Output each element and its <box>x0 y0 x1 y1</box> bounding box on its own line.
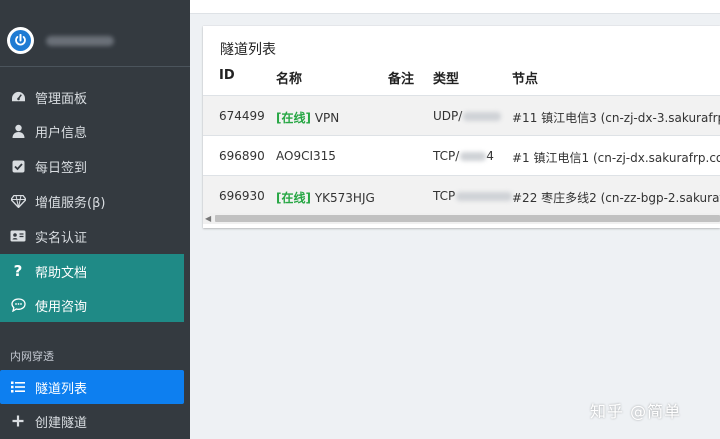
sidebar-item-help-docs[interactable]: ? 帮助文档 <box>0 254 184 288</box>
tunnel-name: YK573HJG <box>314 191 375 205</box>
redacted-port <box>456 192 513 201</box>
sidebar-item-consult[interactable]: 使用咨询 <box>0 288 184 322</box>
id-card-icon <box>10 228 26 244</box>
tunnel-node: #11 镇江电信3 (cn-zj-dx-3.sakurafrp.com <box>512 111 720 125</box>
sidebar-item-user-info[interactable]: 用户信息 <box>0 114 184 148</box>
tunnel-type-cell: TCP/4 <box>433 149 494 163</box>
tunnel-name-cell: [在线] VPN <box>276 109 339 126</box>
tunnel-node: #1 镇江电信1 (cn-zj-dx.sakurafrp.com) <box>512 151 720 165</box>
tunnel-type-suffix: 4 <box>486 149 494 163</box>
section-header-intranet: 内网穿透 <box>10 350 54 363</box>
plus-icon <box>10 413 26 429</box>
tunnel-name: AO9CI315 <box>276 149 336 163</box>
sidebar-item-label: 帮助文档 <box>35 265 88 281</box>
top-header <box>190 0 720 14</box>
username-redacted <box>46 36 114 46</box>
table-row[interactable]: 674499 [在线] VPN UDP/ #11 镇江电信3 (cn-zj-dx… <box>203 95 720 136</box>
question-icon: ? <box>13 262 23 280</box>
sidebar: 管理面板 用户信息 每日签到 增值服务(β) 实名认证 ? 帮助文档 使用咨询 … <box>0 0 190 439</box>
tunnel-name-cell: [在线] YK573HJG <box>276 189 375 206</box>
tunnel-node: #22 枣庄多线2 (cn-zz-bgp-2.sakurafrp. <box>512 191 720 205</box>
sidebar-item-create-tunnel[interactable]: 创建隧道 <box>0 404 184 438</box>
list-icon <box>10 379 26 395</box>
dashboard-icon <box>10 89 26 105</box>
sidebar-item-vip[interactable]: 增值服务(β) <box>0 184 184 218</box>
card-title: 隧道列表 <box>220 42 276 58</box>
column-header-type: 类型 <box>433 72 460 87</box>
tunnel-type: UDP/ <box>433 109 463 123</box>
sidebar-item-label: 创建隧道 <box>35 415 88 431</box>
redacted-port <box>463 112 502 121</box>
watermark: 知乎 @简单 <box>590 402 682 421</box>
redacted-port <box>460 152 487 161</box>
sidebar-item-label: 每日签到 <box>35 160 88 176</box>
table-row[interactable]: 696890 AO9CI315 TCP/4 #1 镇江电信1 (cn-zj-dx… <box>203 135 720 176</box>
column-header-name: 名称 <box>276 72 303 87</box>
scroll-left-icon[interactable]: ◀ <box>205 214 211 223</box>
sidebar-item-realname[interactable]: 实名认证 <box>0 219 184 253</box>
tunnel-list-card: 隧道列表 ID 名称 备注 类型 节点 674499 [在线] VPN UDP/… <box>203 26 720 228</box>
status-badge: [在线] <box>276 111 311 125</box>
sidebar-item-label: 增值服务(β) <box>35 195 106 211</box>
table-row[interactable]: 696930 [在线] YK573HJG TCP #22 枣庄多线2 (cn-z… <box>203 175 720 216</box>
logo-icon[interactable] <box>7 27 34 54</box>
tunnel-type-cell: TCP <box>433 189 513 203</box>
tunnel-type-cell: UDP/ <box>433 109 502 123</box>
tunnel-type: TCP/ <box>433 149 460 163</box>
sidebar-item-dashboard[interactable]: 管理面板 <box>0 80 184 114</box>
scrollbar-thumb[interactable] <box>215 215 720 222</box>
column-header-id: ID <box>219 68 235 83</box>
diamond-icon <box>10 193 26 209</box>
column-header-node: 节点 <box>512 72 539 87</box>
sidebar-item-label: 隧道列表 <box>35 381 88 397</box>
tunnel-name: VPN <box>314 111 340 125</box>
tunnel-id: 674499 <box>219 109 265 123</box>
tunnel-id: 696890 <box>219 149 265 163</box>
horizontal-scrollbar[interactable]: ◀ <box>203 213 720 224</box>
status-badge: [在线] <box>276 191 311 205</box>
column-header-note: 备注 <box>388 72 415 87</box>
tunnel-id: 696930 <box>219 189 265 203</box>
chat-icon <box>10 297 26 313</box>
checkbox-icon <box>10 158 26 174</box>
sidebar-item-label: 用户信息 <box>35 125 88 141</box>
sidebar-item-label: 实名认证 <box>35 230 88 246</box>
sidebar-item-label: 管理面板 <box>35 91 88 107</box>
sidebar-item-tunnel-list[interactable]: 隧道列表 <box>0 370 184 404</box>
tunnel-type: TCP <box>433 189 456 203</box>
user-icon <box>10 123 26 139</box>
sidebar-item-label: 使用咨询 <box>35 299 88 315</box>
sidebar-item-checkin[interactable]: 每日签到 <box>0 149 184 183</box>
brand <box>0 0 190 67</box>
